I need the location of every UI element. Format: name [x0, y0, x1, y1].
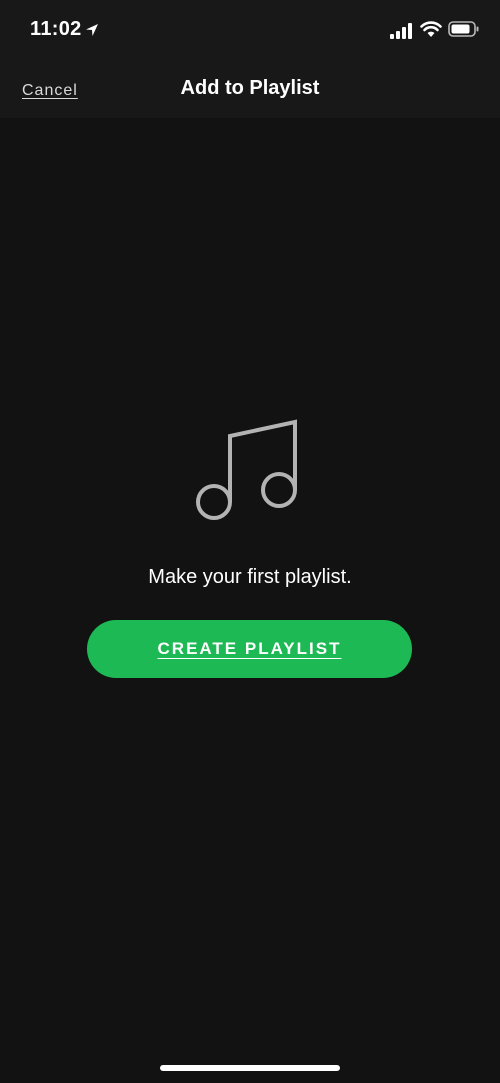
- battery-icon: [448, 21, 479, 37]
- cellular-signal-icon: [390, 23, 412, 39]
- top-bar: 11:02 Cancel Add to Playlist: [0, 0, 500, 118]
- create-playlist-button[interactable]: CREATE PLAYLIST: [87, 620, 412, 678]
- wifi-icon: [420, 21, 442, 37]
- empty-state-message: Make your first playlist.: [148, 566, 352, 588]
- nav-bar: Cancel Add to Playlist: [0, 60, 500, 118]
- home-indicator: [160, 1065, 340, 1071]
- page-title: Add to Playlist: [180, 77, 320, 99]
- status-bar: 11:02: [0, 0, 500, 60]
- music-note-icon: [196, 419, 297, 520]
- status-time: 11:02: [30, 18, 82, 40]
- location-arrow-icon: [86, 24, 98, 36]
- create-playlist-button-label: CREATE PLAYLIST: [157, 639, 342, 658]
- empty-state: [0, 414, 500, 526]
